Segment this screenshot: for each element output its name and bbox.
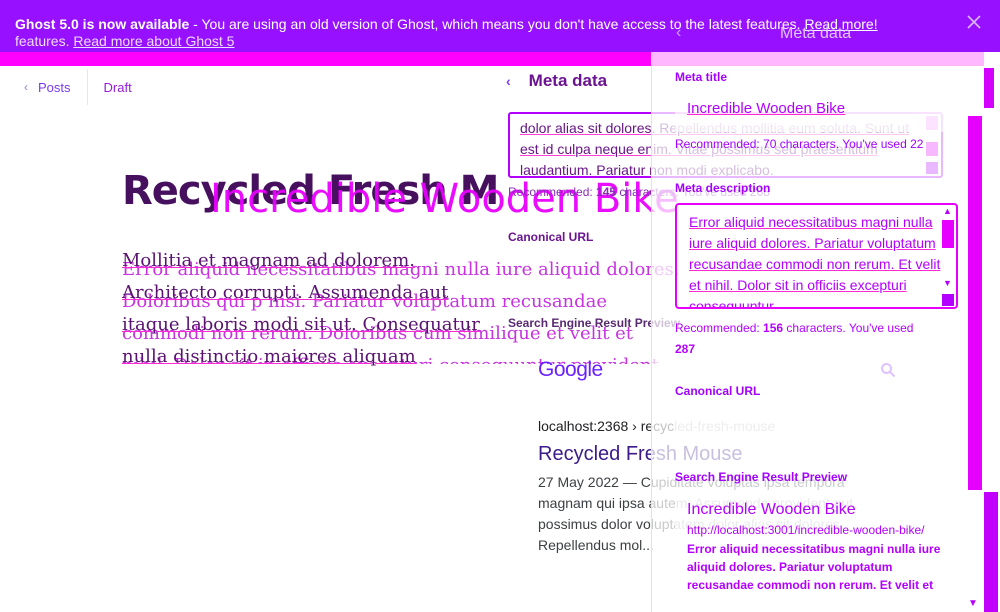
meta-title-value: Incredible Wooden Bike — [687, 100, 846, 117]
post-title-ghost: Incredible Wooden Bike — [210, 176, 679, 222]
resize-handle[interactable] — [942, 294, 954, 306]
banner-overlay-title: Meta data — [780, 25, 852, 42]
scrollbar-thumb[interactable] — [984, 492, 998, 612]
meta-title-recommendation: Recommended: 70 characters. You've used … — [675, 137, 924, 151]
banner-second-line: features. Read more about Ghost 5 — [15, 33, 675, 50]
meta-description-recommendation: Recommended: 156 characters. You've used… — [675, 318, 945, 360]
rec-prefix: Recommended: — [508, 185, 597, 199]
serp-preview-label: Search Engine Result Preview — [675, 470, 848, 484]
scroll-down-icon[interactable]: ▼ — [943, 278, 952, 288]
post-status: Draft — [103, 79, 132, 95]
google-logo: Google — [538, 358, 603, 381]
meta-description-input[interactable]: Error aliquid necessitatibus magni nulla… — [675, 203, 958, 309]
serp-description: Error aliquid necessitatibus magni nulla… — [687, 542, 941, 592]
description-scrollbar[interactable]: ▲ ▼ — [942, 206, 956, 306]
serp-preview-card: Incredible Wooden Bike http://localhost:… — [675, 492, 958, 612]
meta-panel-title: Meta data — [528, 71, 608, 90]
serp-title: Incredible Wooden Bike — [687, 501, 856, 518]
rec-suffix: characters. You've used — [783, 321, 914, 335]
breadcrumb-divider — [86, 69, 88, 105]
banner-second-text: features. — [15, 33, 70, 49]
meta-panel-header: ‹ Meta data — [506, 68, 656, 94]
rec-prefix: Recommended: — [675, 321, 764, 335]
rec-count: 145 — [596, 185, 617, 199]
meta-description-value: Error aliquid necessitatibus magni nulla… — [689, 214, 941, 309]
serp-url: http://localhost:3001/incredible-wooden-… — [687, 523, 925, 537]
banner-ghost5-link[interactable]: Read more about Ghost 5 — [73, 33, 234, 49]
breadcrumb: ‹ Posts Draft — [24, 68, 132, 106]
rec-count: 156 — [763, 321, 784, 335]
meta-title-label: Meta title — [675, 70, 728, 84]
scroll-up-icon[interactable]: ▲ — [943, 206, 952, 216]
banner-headline: Ghost 5.0 is now available — [15, 16, 190, 32]
banner-back-icon[interactable]: ‹ — [676, 24, 681, 42]
chevron-left-icon[interactable]: ‹ — [24, 80, 28, 94]
banner-body: - You are using an old version of Ghost,… — [189, 16, 801, 32]
canonical-url-label: Canonical URL — [508, 230, 594, 244]
chevron-left-icon[interactable]: ‹ — [506, 73, 511, 89]
close-icon[interactable] — [966, 14, 984, 32]
rec-used: 287 — [675, 342, 696, 356]
meta-description-label: Meta description — [675, 181, 771, 195]
canonical-url-label: Canonical URL — [675, 384, 761, 398]
scrollbar-thumb[interactable] — [984, 68, 994, 108]
scrollbar-thumb[interactable] — [942, 220, 954, 248]
post-body-text: Mollitia et magnam ad dolorem. Architect… — [122, 250, 480, 367]
update-banner: Ghost 5.0 is now available - You are usi… — [0, 0, 1000, 52]
post-body[interactable]: Mollitia et magnam ad dolorem. Architect… — [122, 245, 482, 375]
meta-title-input[interactable]: Incredible Wooden Bike — [675, 92, 958, 132]
canonical-url-input[interactable] — [508, 250, 658, 282]
panel-scrollbar-thumb[interactable] — [968, 116, 982, 490]
scroll-down-icon[interactable]: ▼ — [968, 598, 978, 609]
canonical-url-input[interactable] — [675, 405, 958, 443]
breadcrumb-posts-link[interactable]: Posts — [38, 80, 71, 95]
